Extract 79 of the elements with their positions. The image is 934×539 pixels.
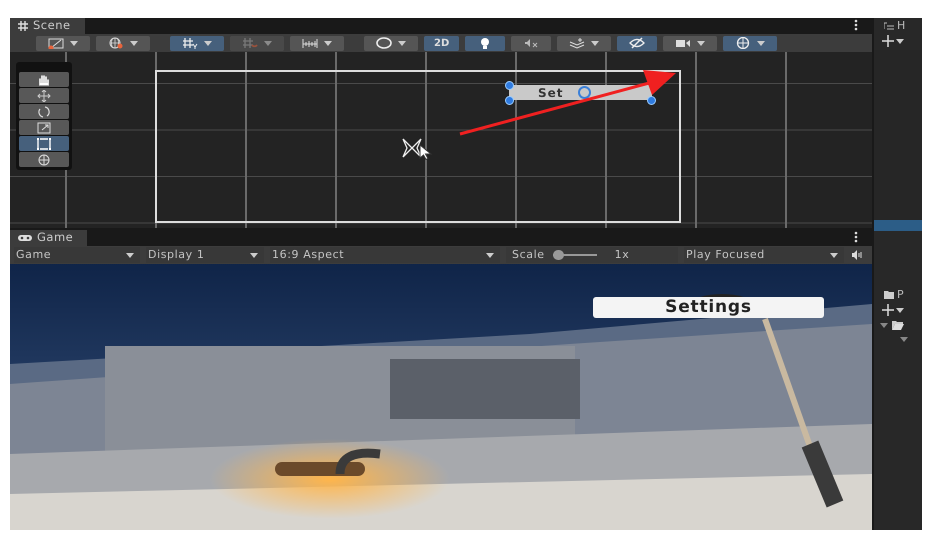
more-icon[interactable]	[854, 19, 858, 31]
scale-icon	[36, 122, 52, 134]
hidden-eye-icon	[629, 37, 646, 49]
pivot-handle[interactable]	[578, 86, 591, 99]
caret-icon	[591, 40, 600, 46]
panel-tab[interactable]: Scene	[10, 18, 85, 34]
settings-button[interactable]: Settings	[593, 297, 824, 318]
caret-icon	[130, 40, 138, 46]
caret-icon	[204, 40, 212, 46]
tool-button[interactable]	[19, 152, 69, 167]
caret-icon	[757, 40, 766, 46]
rotate-icon	[36, 106, 52, 118]
resize-handle[interactable]	[505, 96, 514, 105]
caret-icon	[264, 40, 272, 46]
globe-icon	[108, 37, 124, 49]
add-icon[interactable]	[882, 304, 894, 316]
layers-icon	[569, 37, 586, 49]
caret-icon	[896, 308, 904, 312]
ruler-icon	[302, 37, 318, 49]
caret-icon	[896, 38, 904, 44]
gamepad-icon	[18, 234, 32, 242]
toolbar-button[interactable]	[170, 36, 224, 50]
folder-icon	[884, 291, 894, 299]
caret-icon	[324, 40, 332, 46]
toolbar-button[interactable]	[36, 36, 90, 50]
slider-thumb[interactable]	[552, 250, 564, 260]
grid-icon	[18, 21, 28, 31]
dropdown[interactable]: Play Focused	[684, 247, 844, 263]
expand-arrow-icon[interactable]	[880, 323, 888, 328]
panel-tab[interactable]: Game	[10, 230, 88, 246]
caret-icon	[830, 252, 838, 258]
resize-handle[interactable]	[505, 81, 514, 90]
add-icon[interactable]	[882, 35, 894, 47]
resize-handle[interactable]	[647, 96, 656, 105]
camera-icon	[675, 37, 692, 49]
tool-button[interactable]	[19, 136, 69, 151]
toolbar-button[interactable]	[663, 36, 718, 50]
panel-tab[interactable]: H	[874, 18, 922, 34]
more-icon[interactable]	[854, 231, 858, 243]
audio-icon	[523, 37, 540, 49]
caret-icon	[398, 40, 406, 46]
scale-reading: 1x	[614, 246, 630, 263]
magnet-grid-icon	[242, 37, 258, 49]
rect-transform-icon	[36, 138, 52, 150]
tool-button[interactable]	[19, 72, 69, 87]
caret-icon	[126, 252, 134, 258]
toolbar-button[interactable]	[557, 36, 612, 50]
cursor-icon	[419, 144, 434, 160]
audio-icon[interactable]	[850, 250, 864, 260]
panel-tab[interactable]: P	[874, 287, 922, 303]
toolbar-button[interactable]	[617, 36, 658, 50]
rect-tool-icon	[48, 37, 64, 49]
toolbar-button[interactable]: 2D	[424, 36, 460, 50]
list-icon	[884, 22, 894, 30]
slider-label: Scale	[512, 246, 545, 263]
caret-icon	[486, 252, 494, 258]
caret-icon	[697, 40, 706, 46]
gizmo-icon	[735, 37, 752, 49]
toolbar-button[interactable]	[290, 36, 344, 50]
grid-snap-icon	[182, 37, 198, 49]
move-icon	[36, 90, 52, 102]
dropdown[interactable]: Display 1	[146, 247, 264, 263]
toolbar-button[interactable]	[465, 36, 506, 50]
open-folder-icon	[892, 321, 904, 330]
toolbar-button[interactable]	[364, 36, 418, 50]
toolbar-button[interactable]	[723, 36, 778, 50]
dropdown[interactable]: 16:9 Aspect	[270, 247, 500, 263]
transform-icon	[36, 154, 52, 166]
dropdown[interactable]: Game	[14, 247, 140, 263]
caret-icon	[250, 252, 258, 258]
tool-button[interactable]	[19, 104, 69, 119]
tool-button[interactable]	[19, 88, 69, 103]
hand-icon	[36, 74, 52, 86]
tool-button[interactable]	[19, 120, 69, 135]
toolbar-button[interactable]	[96, 36, 150, 50]
shading-icon	[376, 37, 392, 49]
caret-icon	[70, 40, 78, 46]
expand-arrow-icon[interactable]	[900, 337, 908, 342]
toolbar-button[interactable]	[511, 36, 552, 50]
